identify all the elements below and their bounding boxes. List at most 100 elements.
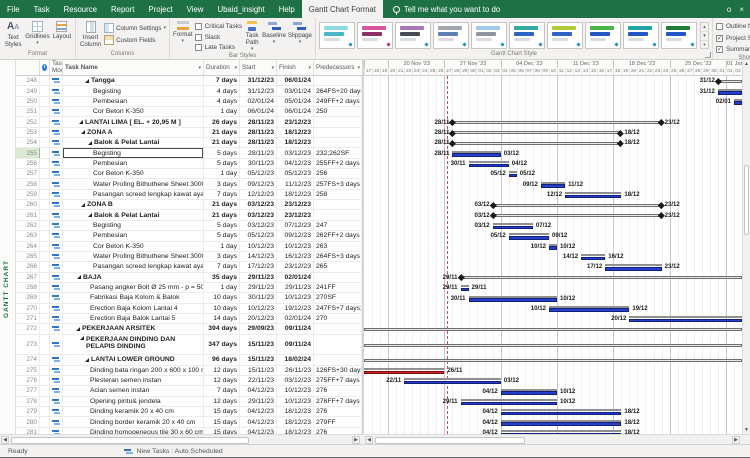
start-cell[interactable]: 12/12/23 <box>240 190 277 199</box>
start-cell[interactable]: 29/11/23 <box>240 273 277 282</box>
task-mode-cell[interactable] <box>50 97 63 106</box>
duration-cell[interactable]: 21 days <box>204 138 240 147</box>
summary-bar[interactable] <box>452 131 621 134</box>
column-settings-button[interactable]: Column Settings▾ <box>104 23 166 33</box>
start-cell[interactable]: 04/12/23 <box>240 407 277 416</box>
start-cell[interactable]: 03/12/23 <box>240 210 277 219</box>
scroll-up-icon[interactable]: ▲ <box>743 60 750 68</box>
task-name-cell[interactable]: ZONA A <box>63 128 204 137</box>
row-number[interactable]: 270 <box>16 304 40 313</box>
duration-cell[interactable]: 347 days <box>204 335 240 355</box>
info-cell[interactable] <box>40 242 50 251</box>
duration-cell[interactable]: 15 days <box>204 407 240 416</box>
tab-resource[interactable]: Resource <box>57 0 104 18</box>
info-cell[interactable] <box>40 283 50 292</box>
gantt-style-swatch[interactable] <box>433 22 469 49</box>
task-mode-cell[interactable] <box>50 138 63 147</box>
info-cell[interactable] <box>40 304 50 313</box>
start-cell[interactable]: 31/12/23 <box>240 86 277 95</box>
expand-triangle-icon[interactable] <box>88 141 92 145</box>
task-mode-cell[interactable] <box>50 262 63 271</box>
tab-view[interactable]: View <box>180 0 211 18</box>
task-bar[interactable] <box>461 288 469 292</box>
info-cell[interactable] <box>40 210 50 219</box>
task-name-cell[interactable]: Pembesian <box>63 159 204 168</box>
info-cell[interactable] <box>40 97 50 106</box>
finish-header[interactable]: Finish▾ <box>277 60 314 75</box>
duration-cell[interactable]: 10 days <box>204 304 240 313</box>
info-cell[interactable] <box>40 324 50 333</box>
info-cell[interactable] <box>40 200 50 209</box>
task-name-cell[interactable]: Erection Baja Kolom Lantai 4 <box>63 304 204 313</box>
predecessors-cell[interactable]: 270 <box>314 314 362 323</box>
info-cell[interactable] <box>40 231 50 240</box>
summary-bar[interactable] <box>461 276 742 279</box>
duration-cell[interactable]: 4 days <box>204 86 240 95</box>
info-cell[interactable] <box>40 86 50 95</box>
task-bar[interactable] <box>629 319 742 323</box>
task-mode-cell[interactable] <box>50 210 63 219</box>
predecessors-cell[interactable] <box>314 117 362 126</box>
task-bar[interactable] <box>541 184 565 188</box>
text-styles-button[interactable]: AA Text Styles <box>3 20 23 49</box>
duration-cell[interactable]: 7 days <box>204 76 240 85</box>
info-cell[interactable] <box>40 335 50 355</box>
task-bar[interactable] <box>501 412 622 416</box>
predecessors-cell[interactable]: 276FF+7 days <box>314 397 362 406</box>
info-cell[interactable] <box>40 366 50 375</box>
task-name-cell[interactable]: Cor Beton K-350 <box>63 242 204 251</box>
finish-cell[interactable]: 23/12/23 <box>277 200 314 209</box>
task-mode-cell[interactable] <box>50 335 63 355</box>
row-number[interactable]: 261 <box>16 210 40 219</box>
gantt-style-swatch[interactable] <box>319 22 355 49</box>
info-cell[interactable] <box>40 252 50 261</box>
insert-column-button[interactable]: Insert Column <box>79 20 102 49</box>
info-cell[interactable] <box>40 128 50 137</box>
expand-triangle-icon[interactable] <box>79 120 83 124</box>
duration-cell[interactable]: 5 days <box>204 231 240 240</box>
task-mode-cell[interactable] <box>50 252 63 261</box>
duration-cell[interactable]: 5 days <box>204 159 240 168</box>
task-bar[interactable] <box>493 226 533 230</box>
info-cell[interactable] <box>40 221 50 230</box>
row-number[interactable]: 277 <box>16 386 40 395</box>
finish-cell[interactable]: 18/12/23 <box>277 138 314 147</box>
row-number[interactable]: 258 <box>16 179 40 188</box>
task-name-cell[interactable]: Pembesian <box>63 97 204 106</box>
task-mode-cell[interactable] <box>50 221 63 230</box>
table-scroll-left-icon[interactable]: ◀ <box>1 436 9 444</box>
row-number[interactable]: 278 <box>16 397 40 406</box>
finish-cell[interactable]: 09/11/24 <box>277 324 314 333</box>
row-number[interactable]: 249 <box>16 86 40 95</box>
task-name-cell[interactable]: PEKERJAAN DINDING DAN PELAPIS DINDING <box>63 335 204 355</box>
task-name-cell[interactable]: Dinding border keramik 20 x 40 cm <box>63 417 204 426</box>
duration-cell[interactable]: 3 days <box>204 179 240 188</box>
tab-report[interactable]: Report <box>104 0 141 18</box>
task-bar[interactable] <box>581 257 605 261</box>
info-cell[interactable] <box>40 148 50 157</box>
duration-cell[interactable]: 21 days <box>204 210 240 219</box>
task-mode-cell[interactable] <box>50 397 63 406</box>
row-number[interactable]: 280 <box>16 417 40 426</box>
info-cell[interactable] <box>40 76 50 85</box>
critical-task-bar[interactable] <box>364 371 444 375</box>
gantt-style-swatch[interactable] <box>509 22 545 49</box>
layout-button[interactable]: Layout <box>52 20 72 41</box>
finish-cell[interactable]: 03/12/23 <box>277 148 314 157</box>
predecessors-cell[interactable]: 232;262SF <box>314 148 362 157</box>
predecessors-cell[interactable]: 258 <box>314 190 362 199</box>
start-cell[interactable]: 05/12/23 <box>240 231 277 240</box>
duration-cell[interactable]: 5 days <box>204 221 240 230</box>
duration-cell[interactable]: 21 days <box>204 128 240 137</box>
finish-cell[interactable]: 23/12/23 <box>277 210 314 219</box>
start-cell[interactable]: 03/12/23 <box>240 200 277 209</box>
row-number[interactable]: 279 <box>16 407 40 416</box>
slippage-button[interactable]: Slippage▾ <box>288 20 312 45</box>
start-cell[interactable]: 31/12/23 <box>240 76 277 85</box>
finish-cell[interactable]: 26/11/23 <box>277 366 314 375</box>
task-mode-cell[interactable] <box>50 200 63 209</box>
start-cell[interactable]: 09/12/23 <box>240 179 277 188</box>
task-name-cell[interactable]: Fabrikasi Baja Kolom & Balok <box>63 293 204 302</box>
row-number[interactable]: 271 <box>16 314 40 323</box>
row-number[interactable]: 254 <box>16 138 40 147</box>
